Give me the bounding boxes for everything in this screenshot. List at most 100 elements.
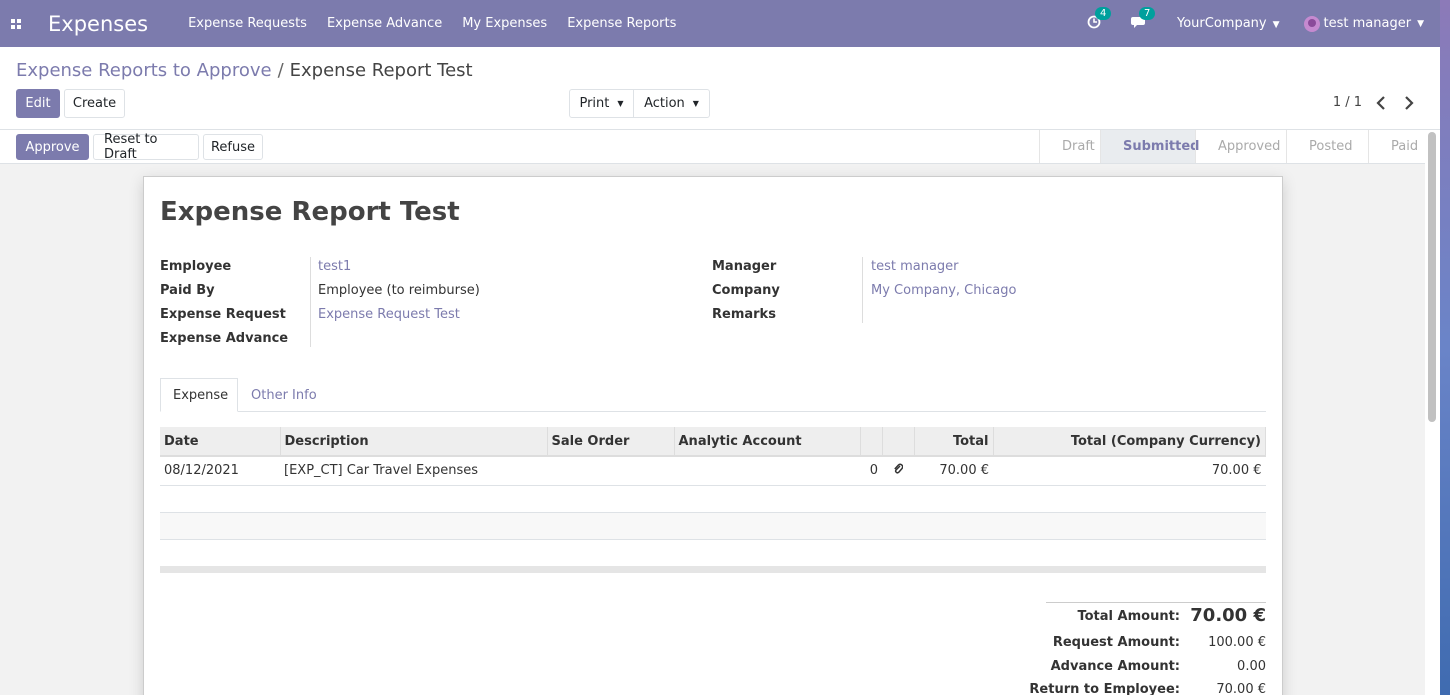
print-dropdown[interactable]: Print ▼ bbox=[569, 89, 634, 118]
app-title[interactable]: Expenses bbox=[48, 12, 148, 36]
tab-other-info[interactable]: Other Info bbox=[239, 378, 329, 412]
caret-down-icon: ▼ bbox=[692, 99, 699, 108]
print-label: Print bbox=[579, 96, 610, 111]
total-amount-label: Total Amount: bbox=[1077, 609, 1180, 624]
table-header-row: Date Description Sale Order Analytic Acc… bbox=[160, 427, 1266, 457]
expense-request-label: Expense Request bbox=[160, 307, 286, 322]
table-row-empty bbox=[160, 485, 1266, 513]
company-value[interactable]: My Company, Chicago bbox=[871, 283, 1016, 298]
menu-expense-advance[interactable]: Expense Advance bbox=[327, 16, 442, 31]
user-menu[interactable]: test manager ▼ bbox=[1303, 15, 1424, 32]
col-date[interactable]: Date bbox=[160, 427, 281, 457]
action-label: Action bbox=[644, 96, 685, 111]
action-dropdown[interactable]: Action ▼ bbox=[633, 89, 710, 118]
caret-down-icon: ▼ bbox=[1417, 18, 1424, 29]
cell-date: 08/12/2021 bbox=[160, 456, 280, 486]
col-analytic-account[interactable]: Analytic Account bbox=[674, 427, 861, 457]
vertical-scrollbar[interactable] bbox=[1428, 132, 1436, 422]
return-to-employee-value: 70.00 € bbox=[1216, 682, 1266, 695]
status-draft: Draft bbox=[1039, 130, 1100, 163]
col-attachment bbox=[882, 427, 915, 457]
status-posted: Posted bbox=[1286, 130, 1368, 163]
top-navbar: Expenses Expense Requests Expense Advanc… bbox=[0, 0, 1440, 47]
company-name: YourCompany bbox=[1177, 16, 1267, 31]
table-row-empty bbox=[160, 539, 1266, 567]
total-amount-value: 70.00 € bbox=[1190, 605, 1266, 626]
avatar bbox=[1303, 15, 1320, 32]
advance-amount-label: Advance Amount: bbox=[1050, 659, 1180, 674]
status-paid: Paid bbox=[1368, 130, 1425, 163]
breadcrumb: Expense Reports to Approve / Expense Repor… bbox=[16, 60, 473, 81]
tab-expense[interactable]: Expense bbox=[160, 378, 238, 412]
desktop-background bbox=[1440, 0, 1450, 695]
expense-advance-label: Expense Advance bbox=[160, 331, 289, 346]
breadcrumb-current: Expense Report Test bbox=[289, 60, 473, 81]
form-sheet: Expense Report Test Employee Paid By Exp… bbox=[143, 176, 1283, 695]
request-amount-value: 100.00 € bbox=[1208, 635, 1266, 650]
company-switcher[interactable]: YourCompany ▼ bbox=[1177, 16, 1280, 31]
employee-label: Employee bbox=[160, 259, 232, 274]
message-count-badge: 7 bbox=[1139, 6, 1156, 20]
total-amount-row: Total Amount: 70.00 € bbox=[866, 605, 1266, 631]
col-sale-order[interactable]: Sale Order bbox=[547, 427, 675, 457]
table-row[interactable]: 08/12/2021 [EXP_CT] Car Travel Expenses … bbox=[160, 456, 1266, 486]
table-footer bbox=[160, 566, 1266, 573]
advance-amount-value: 0.00 bbox=[1237, 659, 1266, 674]
paid-by-value: Employee (to reimburse) bbox=[318, 283, 480, 298]
refuse-button[interactable]: Refuse bbox=[203, 134, 263, 160]
expense-lines-table: Date Description Sale Order Analytic Acc… bbox=[160, 427, 1266, 567]
pager-previous-icon[interactable] bbox=[1375, 93, 1387, 117]
status-approved: Approved bbox=[1195, 130, 1286, 163]
report-title: Expense Report Test bbox=[160, 197, 460, 227]
menu-expense-reports[interactable]: Expense Reports bbox=[567, 16, 676, 31]
form-statusbar: Approve Reset to Draft Refuse Draft Subm… bbox=[0, 130, 1425, 164]
reset-to-draft-button[interactable]: Reset to Draft bbox=[93, 132, 199, 162]
return-to-employee-row: Return to Employee: 70.00 € bbox=[866, 682, 1266, 695]
expense-request-value[interactable]: Expense Request Test bbox=[318, 307, 460, 322]
notebook-tabs: Expense Other Info bbox=[160, 378, 1266, 412]
cell-sale-order bbox=[547, 456, 674, 486]
pager-value[interactable]: 1 / 1 bbox=[1333, 95, 1362, 110]
manager-label: Manager bbox=[712, 259, 777, 274]
field-divider bbox=[310, 257, 311, 347]
activity-count-badge: 4 bbox=[1095, 6, 1112, 20]
messages-icon[interactable]: 7 bbox=[1131, 6, 1156, 33]
paid-by-label: Paid By bbox=[160, 283, 215, 298]
col-total-company-currency[interactable]: Total (Company Currency) bbox=[993, 427, 1266, 457]
cell-total-company: 70.00 € bbox=[993, 456, 1266, 486]
paperclip-icon[interactable] bbox=[882, 456, 914, 486]
return-to-employee-label: Return to Employee: bbox=[1029, 682, 1180, 695]
apps-menu-icon[interactable] bbox=[0, 0, 32, 47]
caret-down-icon: ▼ bbox=[617, 99, 624, 108]
table-row-empty bbox=[160, 512, 1266, 540]
pager-next-icon[interactable] bbox=[1403, 93, 1415, 117]
cell-total: 70.00 € bbox=[914, 456, 993, 486]
activity-icon[interactable]: 4 bbox=[1087, 6, 1112, 33]
menu-my-expenses[interactable]: My Expenses bbox=[462, 16, 547, 31]
col-attachment-count bbox=[860, 427, 883, 457]
status-steps: Draft Submitted Approved Posted Paid bbox=[1039, 130, 1425, 163]
user-name: test manager bbox=[1323, 16, 1412, 31]
edit-button[interactable]: Edit bbox=[16, 89, 60, 118]
company-label: Company bbox=[712, 283, 780, 298]
breadcrumb-separator: / bbox=[277, 60, 284, 81]
request-amount-row: Request Amount: 100.00 € bbox=[866, 635, 1266, 655]
create-button[interactable]: Create bbox=[64, 89, 125, 118]
advance-amount-row: Advance Amount: 0.00 bbox=[866, 659, 1266, 679]
cell-description: [EXP_CT] Car Travel Expenses bbox=[280, 456, 547, 486]
totals-divider bbox=[1046, 602, 1266, 603]
col-total[interactable]: Total bbox=[914, 427, 994, 457]
caret-down-icon: ▼ bbox=[1272, 20, 1280, 30]
cell-attachment-count: 0 bbox=[860, 456, 882, 486]
request-amount-label: Request Amount: bbox=[1052, 635, 1180, 650]
menu-expense-requests[interactable]: Expense Requests bbox=[188, 16, 307, 31]
breadcrumb-parent[interactable]: Expense Reports to Approve bbox=[16, 60, 272, 81]
manager-value[interactable]: test manager bbox=[871, 259, 959, 274]
cell-analytic-account bbox=[674, 456, 860, 486]
remarks-label: Remarks bbox=[712, 307, 776, 322]
status-submitted: Submitted bbox=[1100, 130, 1199, 163]
field-divider bbox=[862, 257, 863, 323]
approve-button[interactable]: Approve bbox=[16, 134, 89, 160]
col-description[interactable]: Description bbox=[280, 427, 548, 457]
employee-value[interactable]: test1 bbox=[318, 259, 351, 274]
